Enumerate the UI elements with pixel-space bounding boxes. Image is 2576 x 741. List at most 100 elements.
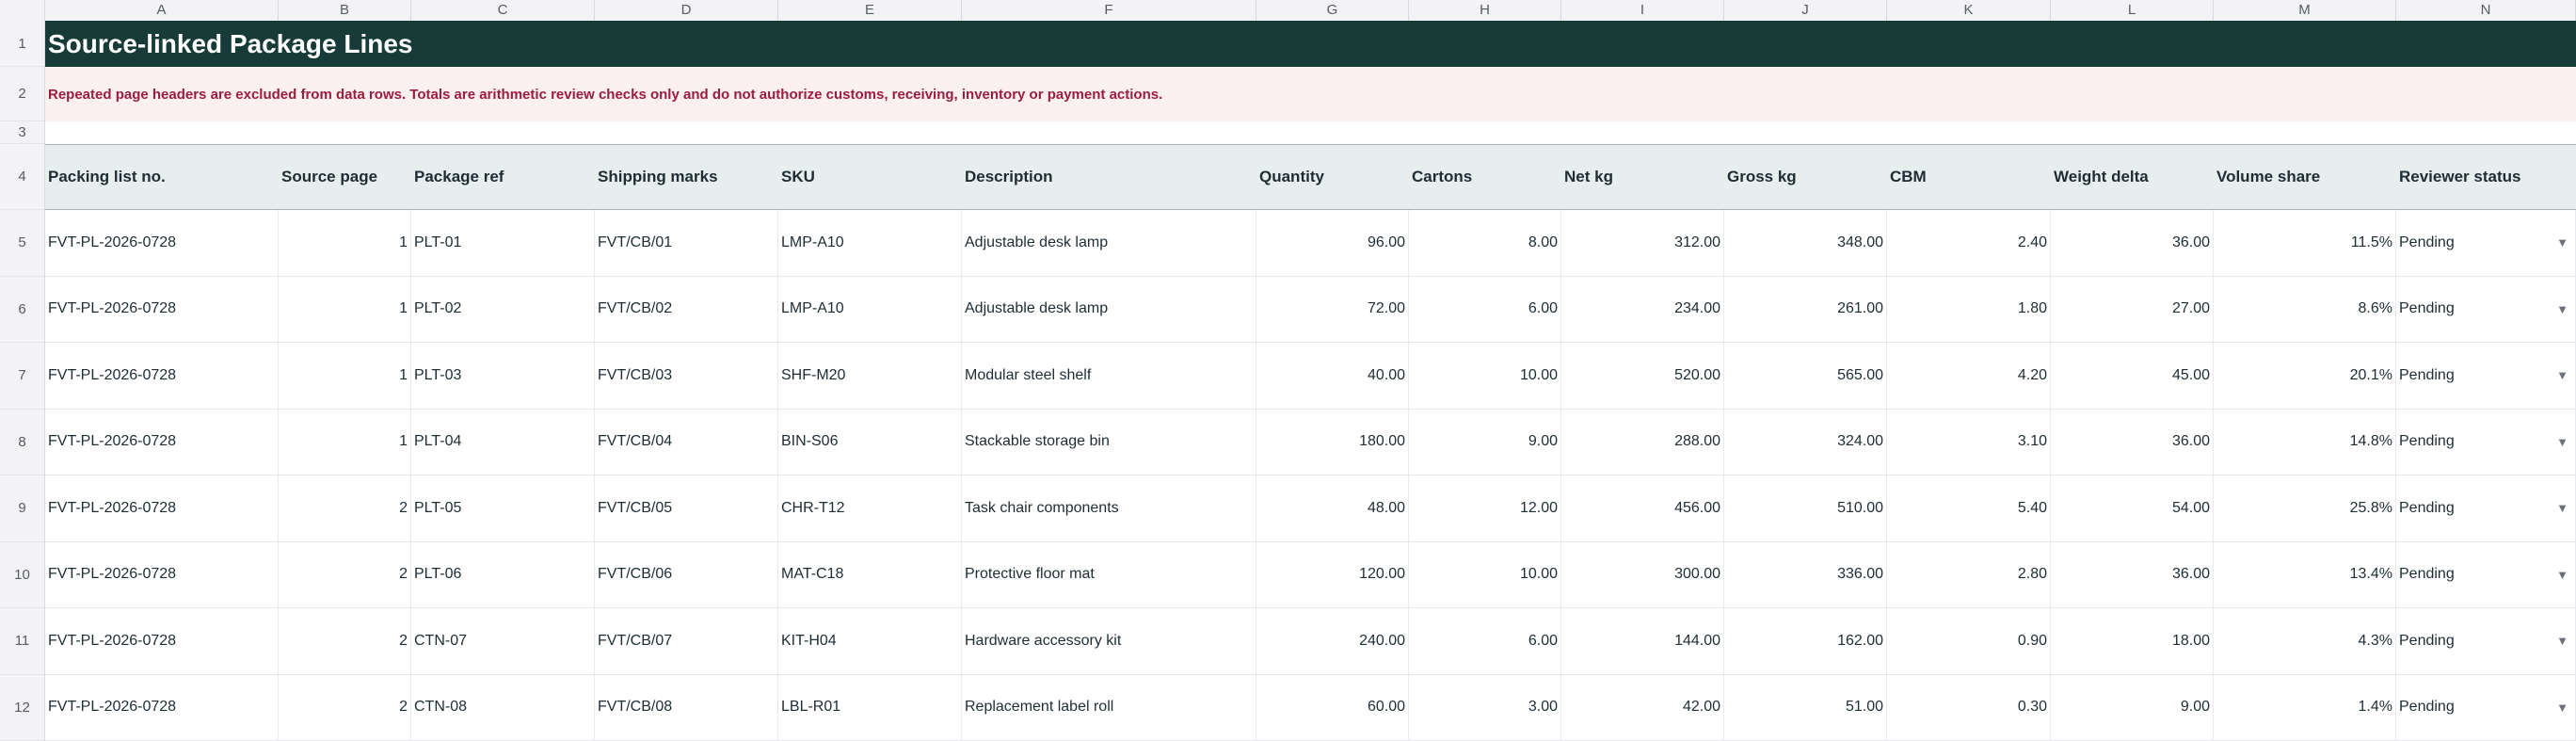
table-cell[interactable]: 288.00 [1561,409,1724,475]
column-header-h[interactable]: H [1409,0,1561,21]
header-cell[interactable]: Net kg [1561,145,1724,209]
table-cell[interactable]: 1 [279,409,411,475]
table-cell[interactable]: 1.4% [2214,674,2396,740]
table-cell[interactable]: 96.00 [1256,210,1409,276]
table-cell[interactable]: 6.00 [1409,276,1561,342]
table-cell[interactable]: 120.00 [1256,541,1409,607]
table-cell[interactable]: 240.00 [1256,608,1409,674]
status-dropdown-cell[interactable]: Pending ▼ [2396,343,2576,409]
table-cell[interactable]: 234.00 [1561,276,1724,342]
column-header-f[interactable]: F [962,0,1256,21]
table-cell[interactable]: FVT/CB/05 [595,475,778,541]
table-cell[interactable]: Hardware accessory kit [962,608,1256,674]
status-dropdown-cell[interactable]: Pending ▼ [2396,276,2576,342]
row-header-3[interactable]: 3 [0,121,44,144]
column-header-n[interactable]: N [2396,0,2576,21]
chevron-down-icon[interactable]: ▼ [2556,302,2568,316]
table-cell[interactable]: 48.00 [1256,475,1409,541]
column-header-j[interactable]: J [1724,0,1887,21]
table-cell[interactable]: 0.30 [1887,674,2051,740]
header-cell[interactable]: Reviewer status [2396,145,2576,209]
table-cell[interactable]: Task chair components [962,475,1256,541]
table-cell[interactable]: 45.00 [2051,343,2214,409]
column-header-c[interactable]: C [411,0,595,21]
table-cell[interactable]: 0.90 [1887,608,2051,674]
header-cell[interactable]: Packing list no. [45,145,279,209]
table-cell[interactable]: 336.00 [1724,541,1887,607]
table-cell[interactable]: 20.1% [2214,343,2396,409]
header-cell[interactable]: Package ref [411,145,595,209]
table-cell[interactable]: KIT-H04 [778,608,962,674]
note-row[interactable]: Repeated page headers are excluded from … [45,67,2576,121]
table-cell[interactable]: FVT-PL-2026-0728 [45,674,279,740]
table-cell[interactable]: 36.00 [2051,210,2214,276]
table-cell[interactable]: 2 [279,608,411,674]
chevron-down-icon[interactable]: ▼ [2556,501,2568,515]
row-header-4[interactable]: 4 [0,144,44,210]
table-cell[interactable]: 3.10 [1887,409,2051,475]
table-cell[interactable]: CHR-T12 [778,475,962,541]
select-all-corner[interactable] [0,0,45,21]
column-header-m[interactable]: M [2214,0,2396,21]
table-cell[interactable]: Protective floor mat [962,541,1256,607]
row-header-8[interactable]: 8 [0,410,44,475]
table-cell[interactable]: Adjustable desk lamp [962,276,1256,342]
row-header-6[interactable]: 6 [0,277,44,343]
table-cell[interactable]: 3.00 [1409,674,1561,740]
table-cell[interactable]: 2.40 [1887,210,2051,276]
header-cell[interactable]: Weight delta [2051,145,2214,209]
table-cell[interactable]: 520.00 [1561,343,1724,409]
table-cell[interactable]: FVT-PL-2026-0728 [45,276,279,342]
table-cell[interactable]: 300.00 [1561,541,1724,607]
table-cell[interactable]: 6.00 [1409,608,1561,674]
table-cell[interactable]: 2 [279,541,411,607]
table-cell[interactable]: 42.00 [1561,674,1724,740]
table-cell[interactable]: LBL-R01 [778,674,962,740]
table-cell[interactable]: 5.40 [1887,475,2051,541]
table-cell[interactable]: 312.00 [1561,210,1724,276]
chevron-down-icon[interactable]: ▼ [2556,235,2568,250]
table-cell[interactable]: CTN-08 [411,674,595,740]
table-cell[interactable]: 8.6% [2214,276,2396,342]
table-cell[interactable]: 18.00 [2051,608,2214,674]
table-cell[interactable]: PLT-05 [411,475,595,541]
status-dropdown-cell[interactable]: Pending ▼ [2396,409,2576,475]
table-cell[interactable]: Modular steel shelf [962,343,1256,409]
table-cell[interactable]: 12.00 [1409,475,1561,541]
table-cell[interactable]: 14.8% [2214,409,2396,475]
status-dropdown-cell[interactable]: Pending ▼ [2396,674,2576,740]
table-cell[interactable]: 565.00 [1724,343,1887,409]
table-cell[interactable]: 2 [279,674,411,740]
table-cell[interactable]: Adjustable desk lamp [962,210,1256,276]
table-cell[interactable]: 1.80 [1887,276,2051,342]
table-cell[interactable]: PLT-04 [411,409,595,475]
chevron-down-icon[interactable]: ▼ [2556,368,2568,382]
status-dropdown-cell[interactable]: Pending ▼ [2396,210,2576,276]
table-cell[interactable]: PLT-03 [411,343,595,409]
row-header-10[interactable]: 10 [0,542,44,608]
table-cell[interactable]: 4.20 [1887,343,2051,409]
column-header-a[interactable]: A [45,0,279,21]
table-cell[interactable]: 27.00 [2051,276,2214,342]
table-cell[interactable]: PLT-02 [411,276,595,342]
column-header-e[interactable]: E [778,0,962,21]
chevron-down-icon[interactable]: ▼ [2556,435,2568,449]
table-cell[interactable]: LMP-A10 [778,210,962,276]
table-cell[interactable]: 25.8% [2214,475,2396,541]
header-cell[interactable]: Shipping marks [595,145,778,209]
row-header-11[interactable]: 11 [0,608,44,675]
row-header-2[interactable]: 2 [0,67,44,121]
status-dropdown-cell[interactable]: Pending ▼ [2396,475,2576,541]
table-cell[interactable]: 40.00 [1256,343,1409,409]
table-cell[interactable]: FVT/CB/03 [595,343,778,409]
row-header-12[interactable]: 12 [0,675,44,741]
table-cell[interactable]: 11.5% [2214,210,2396,276]
table-cell[interactable]: 4.3% [2214,608,2396,674]
table-cell[interactable]: 36.00 [2051,409,2214,475]
chevron-down-icon[interactable]: ▼ [2556,568,2568,582]
table-cell[interactable]: 60.00 [1256,674,1409,740]
table-cell[interactable]: 456.00 [1561,475,1724,541]
chevron-down-icon[interactable]: ▼ [2556,701,2568,715]
table-cell[interactable]: FVT/CB/02 [595,276,778,342]
table-cell[interactable]: FVT-PL-2026-0728 [45,409,279,475]
